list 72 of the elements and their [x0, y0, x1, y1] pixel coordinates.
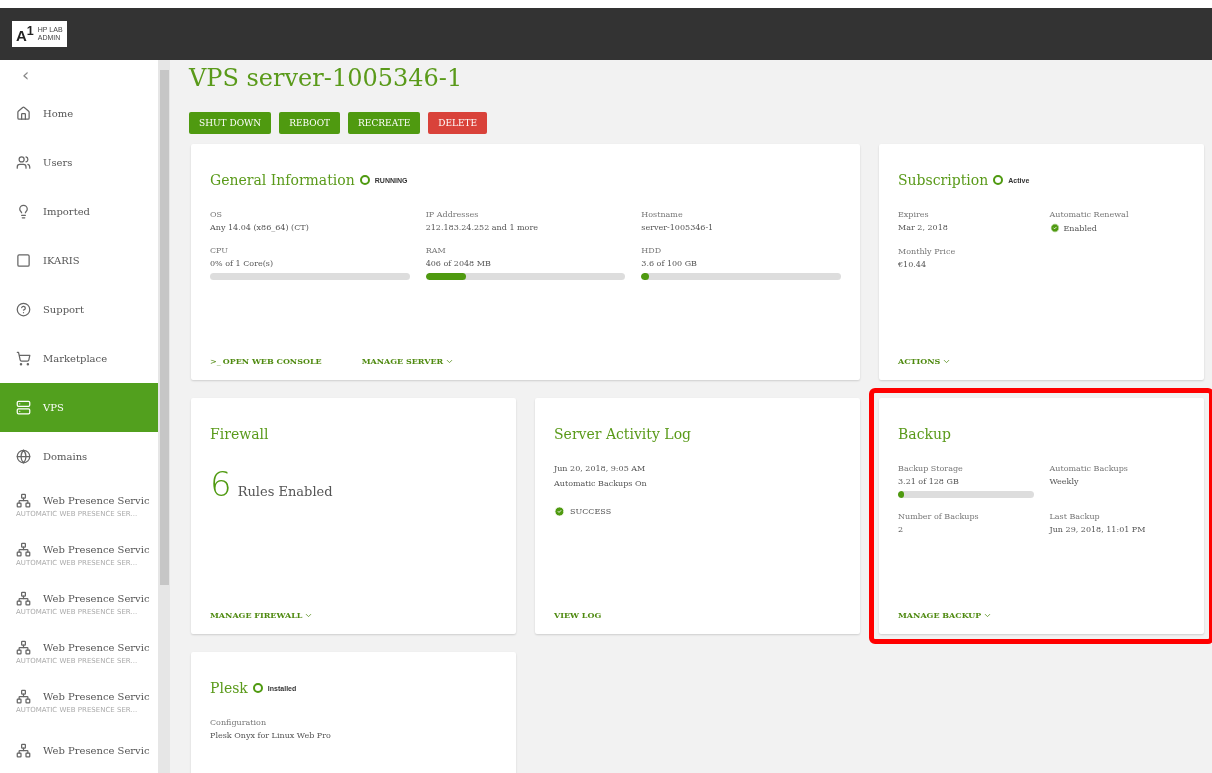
action-button[interactable]: REBOOT — [279, 112, 341, 134]
network-icon — [16, 493, 31, 508]
log-text: Jun 20, 2018, 9:05 AM — [554, 464, 647, 473]
field-label: IP Addresses — [425, 210, 480, 219]
card-action-link[interactable]: MANAGE SERVER — [361, 356, 455, 366]
network-icon — [16, 743, 31, 758]
collapse-button[interactable]: ‹ — [0, 60, 158, 89]
network-icon — [16, 591, 31, 606]
field-value: Mar 2, 2018 — [898, 223, 948, 232]
card-title: Plesk — [210, 680, 248, 696]
field-value: Weekly — [1049, 477, 1079, 486]
field-value: 212.183.24.252 and 1 more — [425, 223, 538, 232]
delete-button[interactable]: DELETE — [428, 112, 488, 134]
card-title: Backup — [898, 426, 951, 442]
card-action-link[interactable]: MANAGE BACKUP — [898, 610, 993, 620]
field-value: 3.6 of 100 GB — [641, 259, 697, 268]
field-value: €10.44 — [898, 260, 926, 269]
field-value: server-1005346-1 — [641, 223, 714, 232]
check-icon — [554, 506, 565, 517]
card-action-link[interactable]: MANAGE FIREWALL — [210, 610, 314, 620]
status-ring-icon — [359, 175, 370, 185]
status-ring-icon — [252, 683, 263, 693]
card-action-link[interactable]: VIEW LOG — [554, 610, 602, 620]
field-label: Last Backup — [1049, 512, 1101, 521]
field-label: CPU — [210, 246, 230, 255]
field-value: Jun 29, 2018, 11:01 PM — [1049, 525, 1146, 534]
log-result: SUCCESS — [570, 507, 612, 516]
network-icon — [16, 542, 31, 557]
page-title: VPS server-1005346-1 — [189, 64, 464, 92]
rule-label: Rules Enabled — [237, 484, 333, 499]
field-label: Configuration — [210, 718, 268, 727]
card-title: Subscription — [898, 172, 989, 188]
users-icon — [16, 155, 31, 170]
cart-icon — [16, 351, 31, 366]
field-value: 0% of 1 Core(s) — [210, 259, 274, 268]
rule-count: 6 — [210, 464, 232, 504]
server-icon — [16, 400, 31, 415]
field-label: Automatic Backups — [1049, 464, 1129, 473]
status-ring-icon — [993, 175, 1004, 185]
card-action-link[interactable]: >_ OPEN WEB CONSOLE — [210, 356, 322, 366]
field-label: OS — [210, 210, 224, 219]
help-icon — [16, 302, 31, 317]
action-button[interactable]: RECREATE — [348, 112, 421, 134]
field-label: HDD — [641, 246, 663, 255]
field-label: RAM — [425, 246, 447, 255]
field-label: Backup Storage — [898, 464, 964, 473]
field-label: Automatic Renewal — [1049, 210, 1130, 219]
field-label: Number of Backups — [898, 512, 980, 521]
log-text: Automatic Backups On — [554, 479, 648, 488]
field-value: Enabled — [1063, 223, 1097, 233]
scrollbar[interactable] — [158, 60, 170, 773]
card-action-link[interactable]: ACTIONS — [898, 356, 952, 366]
logo-mark: A$^{1}$ — [16, 24, 34, 44]
home-icon — [16, 106, 31, 121]
console-icon: >_ — [210, 356, 221, 366]
field-label: Hostname — [641, 210, 684, 219]
card-title: Firewall — [210, 426, 269, 442]
network-icon — [16, 640, 31, 655]
field-value: Plesk Onyx for Linux Web Pro — [210, 731, 331, 740]
field-value: Any 14.04 (x86_64) (CT) — [210, 223, 309, 232]
field-label: Expires — [898, 210, 930, 219]
card-title: General Information — [210, 172, 355, 188]
field-value: 2 — [898, 525, 904, 534]
globe-icon — [16, 449, 31, 464]
network-icon — [16, 689, 31, 704]
field-value: 406 of 2048 MB — [425, 259, 491, 268]
field-label: Monthly Price — [898, 247, 957, 256]
card-title: Server Activity Log — [554, 426, 692, 442]
square-icon — [16, 253, 31, 268]
bulb-icon — [16, 204, 31, 219]
action-button[interactable]: SHUT DOWN — [189, 112, 272, 134]
field-value: 3.21 of 128 GB — [898, 477, 959, 486]
